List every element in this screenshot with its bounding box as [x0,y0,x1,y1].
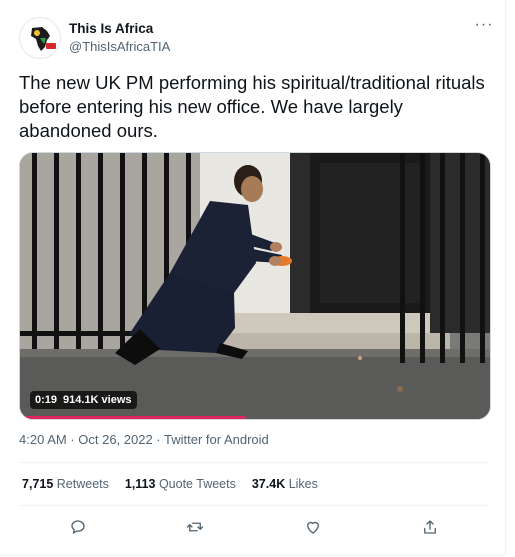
likes-stat[interactable]: 37.4K Likes [252,477,318,491]
video-progress-bar[interactable] [20,416,246,419]
share-button[interactable] [419,516,441,538]
video-player[interactable]: 0:19 914.1K views [19,152,491,420]
retweets-stat[interactable]: 7,715 Retweets [22,477,109,491]
retweets-count: 7,715 [22,477,54,491]
quotes-count: 1,113 [124,477,156,491]
likes-count: 37.4K [251,477,286,491]
quote-tweets-stat[interactable]: 1,113 Quote Tweets [125,477,236,491]
divider [19,462,489,463]
engagement-stats: 7,715 Retweets 1,113 Quote Tweets 37.4K … [22,477,318,491]
avatar[interactable] [19,17,61,59]
reply-icon [71,520,85,534]
likes-label: Likes [288,477,318,491]
heart-icon [306,521,319,534]
more-options-icon[interactable]: ··· [474,15,494,35]
quotes-label: Quote Tweets [158,477,236,491]
tweet-timestamp[interactable]: 4:20 AM · Oct 26, 2022 · Twitter for And… [19,432,269,447]
display-name[interactable]: This Is Africa [69,21,153,36]
action-bar [19,513,489,541]
retweets-label: Retweets [56,477,109,491]
video-duration: 0:19 [35,394,58,406]
video-badge: 0:19 914.1K views [30,391,137,409]
retweet-icon [187,522,204,532]
tweet-card: This Is Africa @ThisIsAfricaTIA ··· The … [0,0,506,556]
divider [19,505,489,506]
video-frame [20,153,490,419]
video-views: 914.1K views [63,394,132,406]
like-button[interactable] [302,516,324,538]
retweet-button[interactable] [184,516,206,538]
reply-button[interactable] [67,516,89,538]
share-icon [424,520,437,534]
tweet-text: The new UK PM performing his spiritual/t… [19,72,485,141]
user-handle[interactable]: @ThisIsAfricaTIA [69,39,170,54]
